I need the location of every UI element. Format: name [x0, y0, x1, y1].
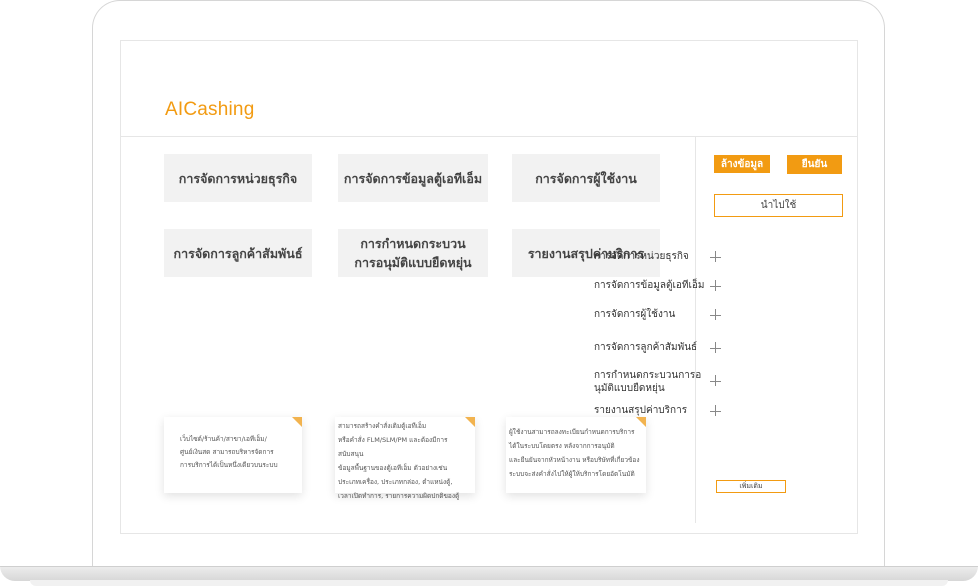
- app-screen: AICashing การจัดการหน่วยธุรกิจ การจัดการ…: [120, 40, 858, 534]
- info-card: เว็บไซต์/ร้านค้า/สาขา/เอทีเอ็ม/ ศูนย์เงิ…: [164, 417, 302, 493]
- card-text-line: ระบบจะส่งคำสั่งไปให้ผู้ให้บริการโดยอัตโน…: [509, 470, 635, 478]
- sidebar-item-customer-relations[interactable]: การจัดการลูกค้าสัมพันธ์: [594, 341, 722, 354]
- tile-atm-data[interactable]: การจัดการข้อมูลตู้เอทีเอ็ม: [338, 154, 488, 202]
- card-text-line: ข้อมูลพื้นฐานของตู้เอทีเอ็ม ตัวอย่างเช่น: [338, 464, 448, 472]
- sidebar-item-atm-data[interactable]: การจัดการข้อมูลตู้เอทีเอ็ม: [594, 279, 722, 292]
- more-button[interactable]: เพิ่มเติม: [716, 480, 786, 493]
- confirm-button[interactable]: ยืนยัน: [787, 155, 842, 174]
- card-text-line: ศูนย์เงินสด สามารถบริหารจัดการ: [180, 448, 274, 456]
- plus-icon[interactable]: [710, 309, 722, 321]
- laptop-shadow: [30, 580, 948, 586]
- card-corner-mark: [292, 417, 302, 427]
- sidebar-item-business-unit[interactable]: การจัดการหน่วยธุรกิจ: [594, 250, 722, 263]
- laptop-base: [0, 566, 978, 581]
- plus-icon[interactable]: [710, 342, 722, 354]
- plus-icon[interactable]: [710, 280, 722, 292]
- tile-label: การจัดการลูกค้าสัมพันธ์: [173, 245, 303, 261]
- sidebar-item-flexible-approval[interactable]: การกำหนดกระบวนการอ นุมัติแบบยืดหยุ่น: [594, 369, 722, 395]
- card-text-line: หรือคำสั่ง FLM/SLM/PM และต้องมีการสนับสน…: [338, 436, 448, 458]
- app-title: AICashing: [165, 99, 255, 120]
- sidebar-item-label-line2: นุมัติแบบยืดหยุ่น: [594, 383, 665, 394]
- tile-label-line1: การกำหนดกระบวน: [360, 236, 466, 251]
- card-text-line: เว็บไซต์/ร้านค้า/สาขา/เอทีเอ็ม/: [180, 435, 267, 443]
- card-corner-mark: [636, 417, 646, 427]
- plus-icon[interactable]: [710, 251, 722, 263]
- card-text-line: สามารถสร้างคำสั่งเติมตู้เอทีเอ็ม: [338, 422, 427, 430]
- card-text-line: ได้ในระบบโดยตรง หลังจากการอนุมัติ: [509, 442, 615, 450]
- tile-flexible-approval[interactable]: การกำหนดกระบวน การอนุมัติแบบยืดหยุ่น: [338, 229, 488, 277]
- tile-customer-relations[interactable]: การจัดการลูกค้าสัมพันธ์: [164, 229, 312, 277]
- card-text-line: ประเภทเครื่อง, ประเภทกล่อง, ตำแหน่งตู้,: [338, 478, 453, 486]
- card-text-line: และยืนยันจากหัวหน้างาน หรือบริษัทที่เกี่…: [509, 456, 640, 464]
- plus-icon[interactable]: [710, 375, 722, 387]
- clear-button[interactable]: ล้างข้อมูล: [714, 155, 770, 173]
- tile-label: การจัดการข้อมูลตู้เอทีเอ็ม: [343, 170, 483, 186]
- card-text-line: ผู้ใช้งานสามารถลงทะเบียนกำหนดการบริการ: [509, 428, 635, 436]
- card-corner-mark: [465, 417, 475, 427]
- plus-icon[interactable]: [710, 405, 722, 417]
- tile-label: การจัดการผู้ใช้งาน: [535, 170, 637, 186]
- tile-label: การจัดการหน่วยธุรกิจ: [178, 170, 298, 186]
- sidebar-item-user-management[interactable]: การจัดการผู้ใช้งาน: [594, 308, 722, 321]
- sidebar-item-label-line1: การกำหนดกระบวนการอ: [594, 370, 702, 381]
- tile-business-unit[interactable]: การจัดการหน่วยธุรกิจ: [164, 154, 312, 202]
- info-card: ผู้ใช้งานสามารถลงทะเบียนกำหนดการบริการ ไ…: [506, 417, 646, 493]
- tile-label-line2: การอนุมัติแบบยืดหยุ่น: [354, 255, 472, 270]
- sidebar-divider: [695, 137, 696, 523]
- sidebar-item-service-report[interactable]: รายงานสรุปค่าบริการ: [594, 404, 722, 417]
- info-card: สามารถสร้างคำสั่งเติมตู้เอทีเอ็ม หรือคำส…: [335, 417, 475, 500]
- header-divider: [121, 136, 857, 137]
- tile-user-management[interactable]: การจัดการผู้ใช้งาน: [512, 154, 660, 202]
- card-text-line: เวลาเปิดทำการ, รายการความผิดปกติของตู้: [338, 492, 460, 500]
- card-text-line: การบริการได้เป็นหนึ่งเดียวบนระบบ: [180, 461, 278, 469]
- apply-button[interactable]: นำไปใช้: [714, 194, 843, 217]
